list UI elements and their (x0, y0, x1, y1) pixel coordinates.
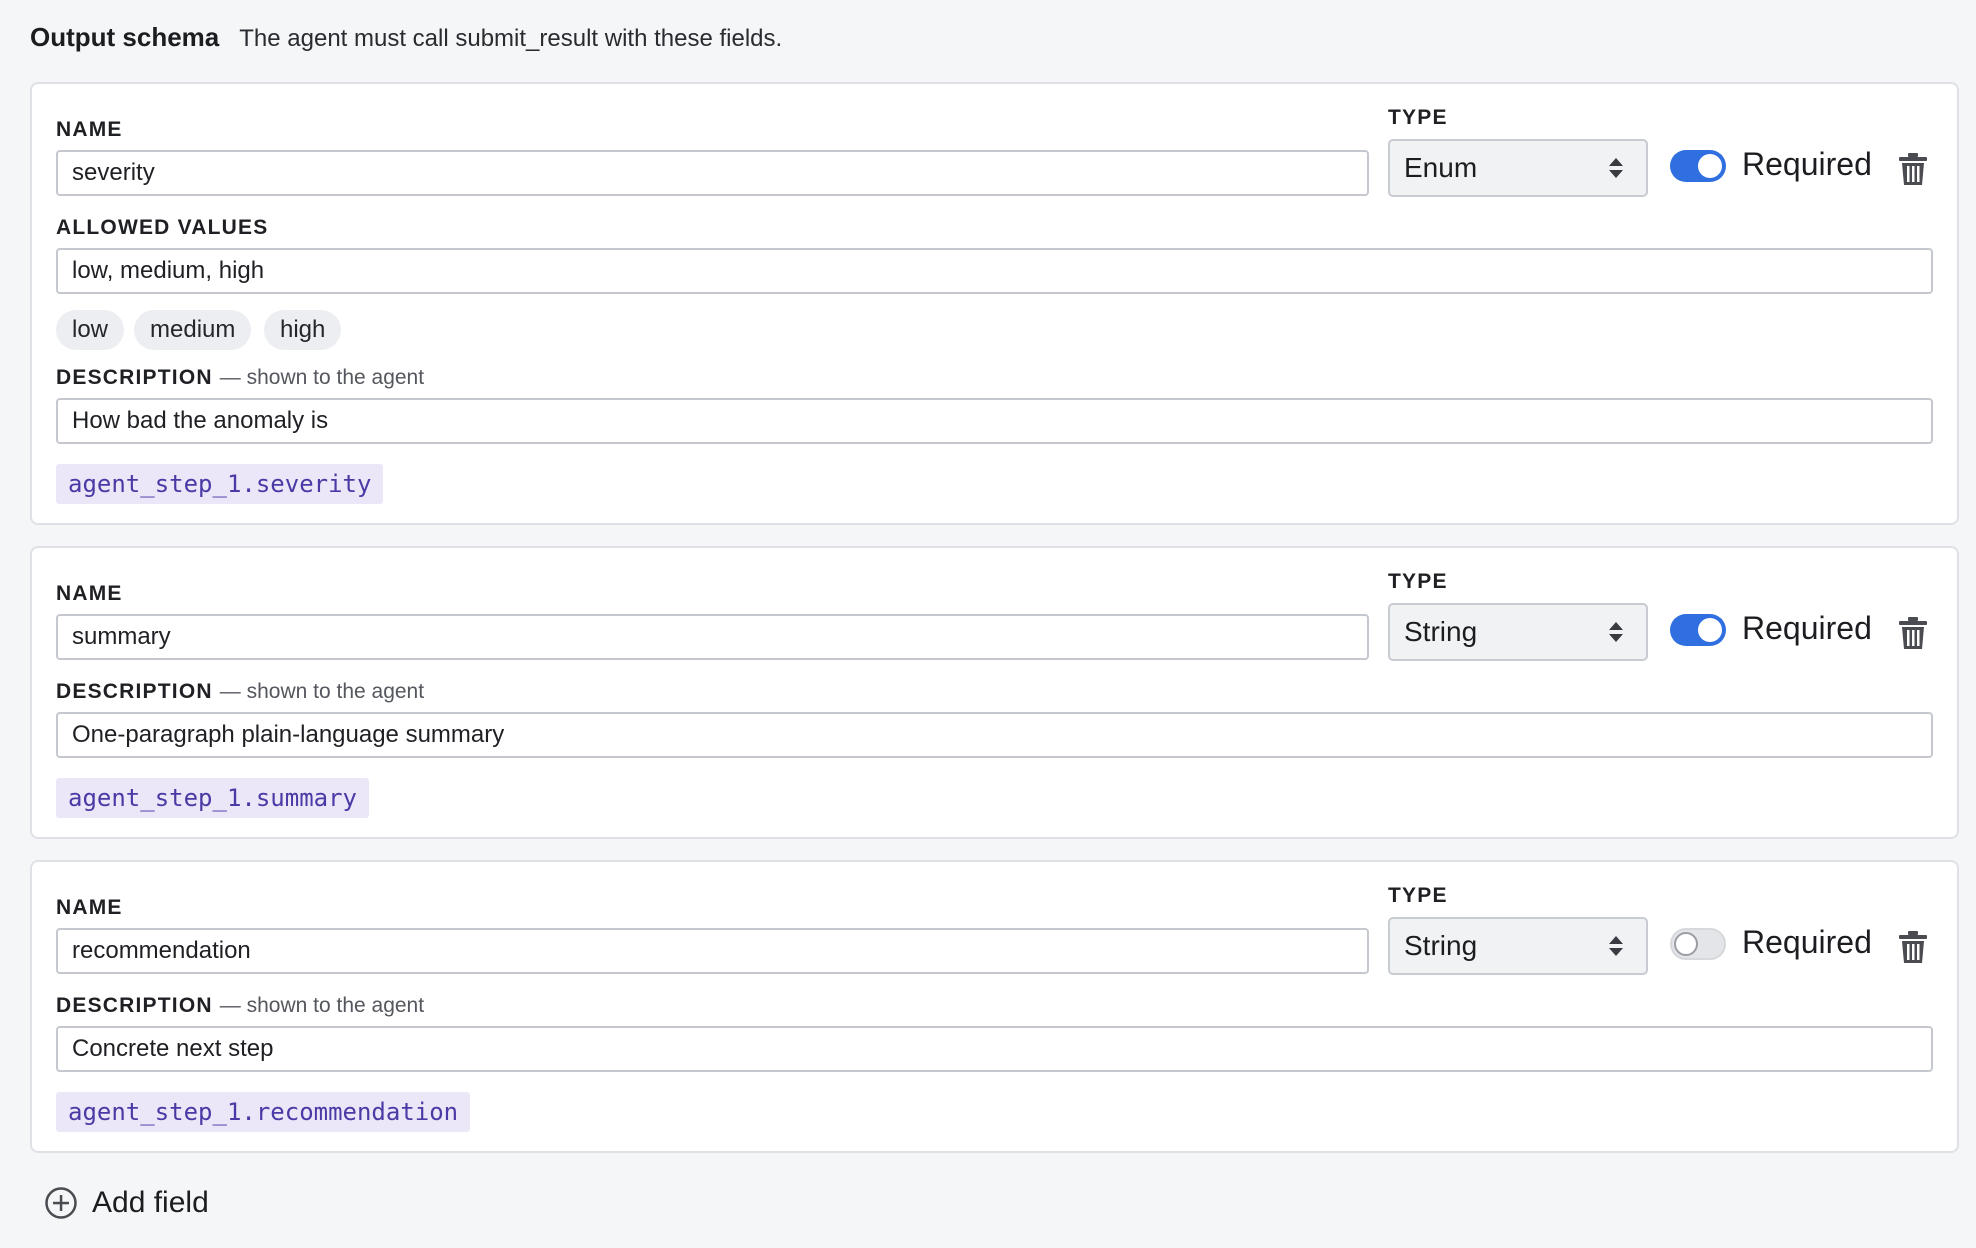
field-card-recommendation: NAME TYPE recommendation String Required… (30, 860, 1959, 1153)
field-type-value: Enum (1404, 152, 1478, 183)
required-toggle[interactable] (1670, 150, 1726, 182)
value-chip: high (264, 310, 342, 350)
name-label: NAME (56, 896, 123, 919)
field-type-select[interactable]: Enum (1388, 139, 1648, 197)
description-hint: — shown to the agent (219, 680, 425, 703)
allowed-values-input[interactable]: low, medium, high (56, 248, 1933, 294)
toggle-knob (1698, 154, 1722, 178)
type-label: TYPE (1388, 884, 1448, 907)
field-reference: agent_step_1.recommendation (56, 1092, 471, 1132)
description-input[interactable]: How bad the anomaly is (56, 398, 1933, 444)
field-reference: agent_step_1.severity (56, 464, 384, 504)
required-label: Required (1742, 924, 1872, 960)
type-label: TYPE (1388, 570, 1448, 593)
description-label: DESCRIPTION — shown to the agent (56, 366, 424, 390)
field-card-summary: NAME TYPE summary String Required DESCRI… (30, 546, 1959, 839)
required-label: Required (1742, 146, 1872, 182)
field-name-input[interactable]: summary (56, 614, 1369, 660)
required-toggle[interactable] (1670, 614, 1726, 646)
description-hint: — shown to the agent (219, 366, 425, 389)
value-chip: medium (134, 310, 252, 350)
allowed-values-label: ALLOWED VALUES (56, 216, 269, 239)
description-label-text: DESCRIPTION (56, 680, 213, 703)
value-chip: low (56, 310, 125, 350)
field-card-severity: NAME TYPE severity Enum Required ALLOWED… (30, 82, 1959, 525)
schema-header: Output schema The agent must call submit… (30, 22, 782, 53)
description-label: DESCRIPTION — shown to the agent (56, 994, 424, 1018)
trash-icon[interactable] (1898, 152, 1928, 186)
updown-arrows-icon (1609, 936, 1623, 956)
section-subtitle: The agent must call submit_result with t… (239, 25, 783, 52)
field-name-input[interactable]: severity (56, 150, 1369, 196)
description-hint: — shown to the agent (219, 994, 425, 1017)
section-title: Output schema (30, 22, 220, 52)
toggle-knob (1674, 932, 1698, 956)
field-type-value: String (1404, 616, 1478, 647)
required-toggle[interactable] (1670, 928, 1726, 960)
description-label-text: DESCRIPTION (56, 366, 213, 389)
field-type-select[interactable]: String (1388, 917, 1648, 975)
add-field-label: Add field (92, 1186, 209, 1219)
updown-arrows-icon (1609, 158, 1623, 178)
type-label: TYPE (1388, 106, 1448, 129)
toggle-knob (1698, 618, 1722, 642)
required-label: Required (1742, 610, 1872, 646)
description-label-text: DESCRIPTION (56, 994, 213, 1017)
name-label: NAME (56, 118, 123, 141)
updown-arrows-icon (1609, 622, 1623, 642)
field-type-select[interactable]: String (1388, 603, 1648, 661)
field-reference: agent_step_1.summary (56, 778, 369, 818)
field-name-input[interactable]: recommendation (56, 928, 1369, 974)
trash-icon[interactable] (1898, 616, 1928, 650)
name-label: NAME (56, 582, 123, 605)
field-type-value: String (1404, 930, 1478, 961)
description-input[interactable]: Concrete next step (56, 1026, 1933, 1072)
plus-circle-icon (45, 1187, 77, 1219)
description-input[interactable]: One-paragraph plain-language summary (56, 712, 1933, 758)
add-field-button[interactable]: Add field (44, 1186, 209, 1220)
description-label: DESCRIPTION — shown to the agent (56, 680, 424, 704)
trash-icon[interactable] (1898, 930, 1928, 964)
